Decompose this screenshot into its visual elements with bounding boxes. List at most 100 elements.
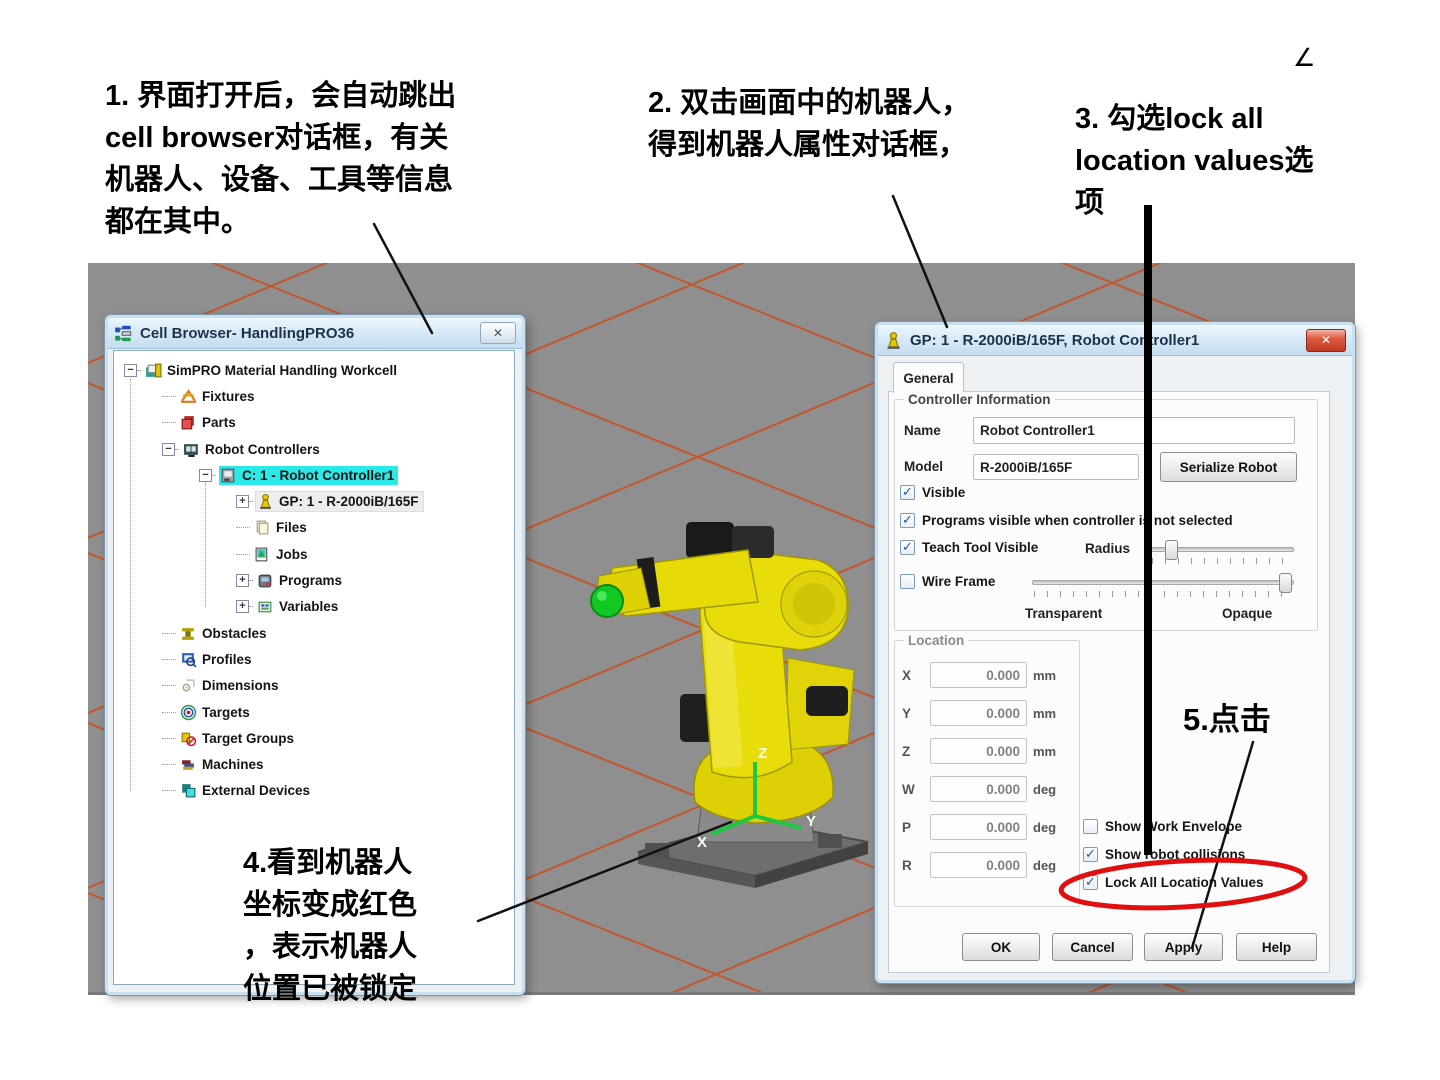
cancel-button[interactable]: Cancel (1052, 933, 1133, 961)
tree-item-programs[interactable]: + Programs (114, 567, 514, 593)
tab-general[interactable]: General (893, 362, 964, 393)
transparency-slider-thumb[interactable] (1279, 573, 1292, 593)
variables-icon (257, 598, 274, 615)
tree-expander-icon[interactable]: − (162, 442, 175, 456)
location-row-w: W 0.000 deg (902, 776, 1056, 802)
tree-expander-icon[interactable]: + (236, 574, 249, 588)
triad-y-label: Y (806, 813, 816, 830)
tree-expander-icon[interactable]: − (199, 468, 212, 482)
tree-item-label: Robot Controllers (205, 441, 320, 457)
close-icon[interactable]: ✕ (1306, 328, 1346, 352)
tree-item-label: Targets (202, 704, 250, 720)
unit-label: deg (1033, 781, 1057, 797)
checkbox-icon[interactable]: ✓ (900, 513, 915, 528)
apply-button[interactable]: Apply (1144, 933, 1223, 961)
tree-item-target-groups[interactable]: Target Groups (114, 725, 514, 751)
location-value-input[interactable]: 0.000 (930, 814, 1027, 840)
checkbox-row-programs-visible-when-controller-is-not-selected[interactable]: ✓ Programs visible when controller is not… (900, 513, 1233, 528)
corner-angle-mark: ∠ (1293, 44, 1316, 72)
tree-item-fixtures[interactable]: Fixtures (114, 383, 514, 409)
checkbox-icon[interactable]: ✓ (1083, 875, 1098, 890)
tree-item-files[interactable]: Files (114, 515, 514, 541)
location-value-input[interactable]: 0.000 (930, 852, 1027, 878)
tree-item-label: Fixtures (202, 388, 255, 404)
annotation-step4: 4.看到机器人 坐标变成红色 ，表示机器人 位置已被锁定 (243, 847, 418, 1006)
tree-guide-line (130, 379, 131, 791)
location-value-input[interactable]: 0.000 (930, 662, 1027, 688)
tree-item-targets[interactable]: Targets (114, 699, 514, 725)
tree-item-external-devices[interactable]: External Devices (114, 778, 514, 804)
tree-item-parts[interactable]: Parts (114, 410, 514, 436)
tree-item-variables[interactable]: + Variables (114, 594, 514, 620)
checkbox-icon[interactable]: ✓ (1083, 847, 1098, 862)
annotation-step1: 1. 界面打开后，会自动跳出 cell browser对话框，有关 机器人、设备… (105, 80, 457, 239)
tree-item-obstacles[interactable]: Obstacles (114, 620, 514, 646)
location-value-input[interactable]: 0.000 (930, 776, 1027, 802)
checkbox-row-wire-frame[interactable]: Wire Frame (900, 574, 995, 589)
machines-icon (180, 756, 197, 773)
controllers-icon (183, 441, 200, 458)
location-row-x: X 0.000 mm (902, 662, 1056, 688)
location-row-p: P 0.000 deg (902, 814, 1056, 840)
robot-dialog-titlebar[interactable]: GP: 1 - R-2000iB/165F, Robot Controller1… (878, 325, 1352, 356)
tree-expander-icon[interactable]: + (236, 600, 249, 614)
checkbox-label: Show robot collisions (1105, 847, 1246, 862)
checkbox-row-teach-tool-visible[interactable]: ✓ Teach Tool Visible (900, 540, 1038, 555)
checkbox-row-visible[interactable]: ✓ Visible (900, 485, 965, 500)
robot-icon (884, 331, 903, 350)
controller-information-label: Controller Information (904, 392, 1055, 407)
tree-item-jobs[interactable]: Jobs (114, 541, 514, 567)
checkbox-icon[interactable]: ✓ (900, 540, 915, 555)
tree-item-c-1-robot-controller1[interactable]: − C: 1 - Robot Controller1 (114, 462, 514, 488)
programs-icon (257, 572, 274, 589)
serialize-robot-button[interactable]: Serialize Robot (1160, 452, 1297, 482)
targets-icon (180, 704, 197, 721)
checkbox-icon[interactable] (900, 574, 915, 589)
name-input[interactable] (973, 417, 1295, 444)
tree-item-label: SimPRO Material Handling Workcell (167, 362, 398, 378)
tree-item-simpro-material-handling-workcell[interactable]: − SimPRO Material Handling Workcell (114, 357, 514, 383)
tree-connector (236, 553, 250, 555)
option-show-work-envelope[interactable]: Show Work Envelope (1083, 819, 1242, 834)
tree-item-label: Obstacles (202, 625, 267, 641)
tree-expander-icon[interactable]: + (236, 495, 249, 509)
workcell-icon (145, 362, 162, 379)
robot-3d-model[interactable]: Z X Y (590, 522, 869, 888)
axis-label: W (902, 781, 915, 797)
tree-connector (162, 632, 176, 634)
cell-browser-titlebar[interactable]: Cell Browser- HandlingPRO36 ✕ (108, 318, 522, 349)
location-value-input[interactable]: 0.000 (930, 738, 1027, 764)
robot-dialog-title: GP: 1 - R-2000iB/165F, Robot Controller1 (910, 331, 1200, 349)
tree-item-dimensions[interactable]: Dimensions (114, 673, 514, 699)
tree-item-label: Jobs (276, 546, 308, 562)
option-show-robot-collisions[interactable]: ✓ Show robot collisions (1083, 847, 1245, 862)
transparency-slider[interactable] (1032, 573, 1294, 593)
close-icon[interactable]: ✕ (480, 322, 516, 344)
tree-item-label: External Devices (202, 783, 311, 799)
ok-button[interactable]: OK (962, 933, 1040, 961)
tree-connector (162, 711, 176, 713)
tree-connector (162, 790, 176, 792)
annotation-step2: 2. 双击画面中的机器人， 得到机器人属性对话框， (648, 87, 971, 162)
radius-slider[interactable] (1150, 540, 1294, 560)
tree-expander-icon[interactable]: − (124, 363, 137, 377)
axis-label: Y (902, 705, 912, 721)
target-groups-icon (180, 730, 197, 747)
tree-item-robot-controllers[interactable]: − Robot Controllers (114, 436, 514, 462)
tree-item-gp-1-r-2000ib-165f[interactable]: + GP: 1 - R-2000iB/165F (114, 488, 514, 514)
tree-item-label: C: 1 - Robot Controller1 (242, 467, 395, 483)
location-row-r: R 0.000 deg (902, 852, 1056, 878)
location-value-input[interactable]: 0.000 (930, 700, 1027, 726)
checkbox-icon[interactable] (1083, 819, 1098, 834)
radius-slider-thumb[interactable] (1165, 540, 1178, 560)
option-lock-all-location-values[interactable]: ✓ Lock All Location Values (1083, 875, 1264, 890)
axis-label: R (902, 857, 912, 873)
tree-connector (162, 737, 176, 739)
checkbox-icon[interactable]: ✓ (900, 485, 915, 500)
tree-connector (162, 685, 176, 687)
tree-item-machines[interactable]: Machines (114, 751, 514, 777)
tree-item-label: Profiles (202, 651, 252, 667)
tree-connector (236, 527, 250, 529)
help-button[interactable]: Help (1236, 933, 1317, 961)
tree-item-profiles[interactable]: Profiles (114, 646, 514, 672)
